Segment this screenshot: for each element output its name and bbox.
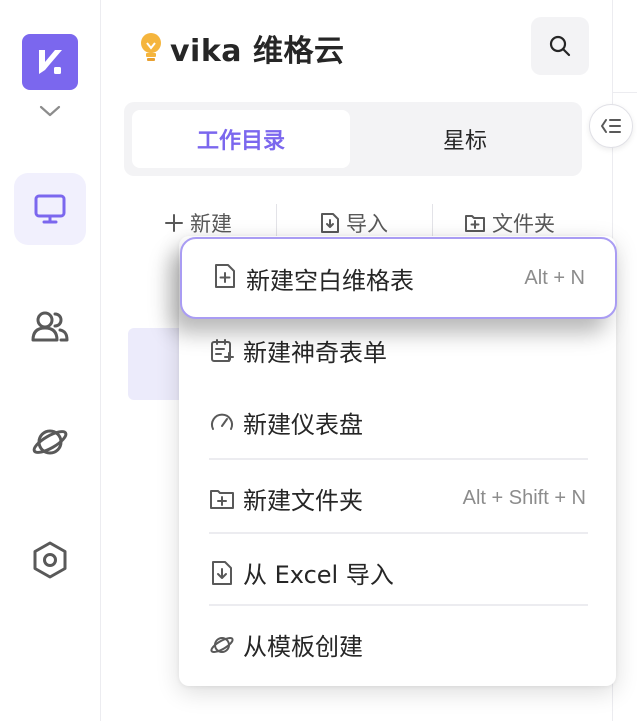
search-button[interactable]: [531, 17, 589, 75]
menu-item-new-blank-sheet[interactable]: 新建空白维格表 Alt + N: [180, 237, 617, 319]
hexagon-settings-icon: [33, 541, 67, 579]
menu-item-label: 新建仪表盘: [243, 410, 363, 439]
action-divider: [432, 204, 433, 240]
import-action-label: 导入: [346, 212, 388, 236]
brand-name: vika 维格云: [170, 34, 345, 69]
rail-settings-button[interactable]: [14, 524, 86, 596]
left-rail: [0, 0, 101, 721]
folder-action[interactable]: 文件夹: [464, 206, 555, 240]
menu-item-label: 新建文件夹: [243, 486, 363, 515]
monitor-icon: [34, 194, 66, 224]
collapse-icon: [601, 119, 621, 133]
folder-plus-icon: [210, 490, 234, 509]
menu-item-new-form[interactable]: 新建神奇表单: [179, 314, 616, 386]
users-icon: [31, 311, 69, 342]
new-menu: 新建神奇表单 新建仪表盘 新建文件夹 Alt + Shift + N 从 Exc…: [179, 236, 617, 686]
tab-favorites[interactable]: 星标: [356, 110, 574, 168]
menu-item-label: 新建神奇表单: [243, 338, 387, 367]
folder-action-label: 文件夹: [492, 212, 555, 236]
rail-explore-button[interactable]: [14, 406, 86, 478]
menu-item-import-excel[interactable]: 从 Excel 导入: [179, 536, 616, 608]
planet-icon: [32, 429, 68, 455]
tab-catalog[interactable]: 工作目录: [132, 110, 350, 168]
menu-item-new-folder[interactable]: 新建文件夹 Alt + Shift + N: [179, 462, 616, 534]
menu-item-label: 新建空白维格表: [246, 266, 414, 295]
folder-plus-icon: [465, 215, 485, 232]
menu-item-shortcut: Alt + Shift + N: [462, 486, 586, 509]
menu-item-new-dashboard[interactable]: 新建仪表盘: [179, 386, 616, 458]
action-divider: [276, 204, 277, 240]
import-icon: [321, 213, 339, 233]
new-sheet-icon: [215, 264, 235, 288]
menu-separator: [209, 604, 588, 606]
brand-header: vika 维格云: [138, 28, 345, 69]
vika-logo-icon[interactable]: [22, 34, 78, 90]
menu-item-shortcut: Alt + N: [524, 266, 585, 289]
new-action-label: 新建: [190, 212, 232, 236]
workspace-tabs: 工作目录 星标: [124, 102, 582, 176]
menu-separator: [209, 458, 588, 460]
chevron-down-icon[interactable]: [38, 102, 62, 120]
import-action[interactable]: 导入: [320, 206, 388, 240]
planet-icon: [210, 637, 234, 653]
form-icon: [211, 339, 234, 362]
lightbulb-icon: [141, 33, 161, 61]
header-divider: [613, 92, 637, 93]
menu-item-label: 从 Excel 导入: [243, 560, 394, 589]
menu-item-label: 从模板创建: [243, 632, 363, 661]
rail-workbench-button[interactable]: [14, 173, 86, 245]
menu-separator: [209, 532, 588, 534]
plus-icon: [165, 214, 183, 232]
collapse-sidebar-button[interactable]: [589, 104, 633, 148]
rail-members-button[interactable]: [14, 290, 86, 362]
new-action[interactable]: 新建: [164, 206, 232, 240]
menu-item-from-template[interactable]: 从模板创建: [179, 608, 616, 680]
search-icon: [549, 35, 571, 57]
dashboard-icon: [211, 413, 233, 430]
import-icon: [212, 561, 232, 585]
